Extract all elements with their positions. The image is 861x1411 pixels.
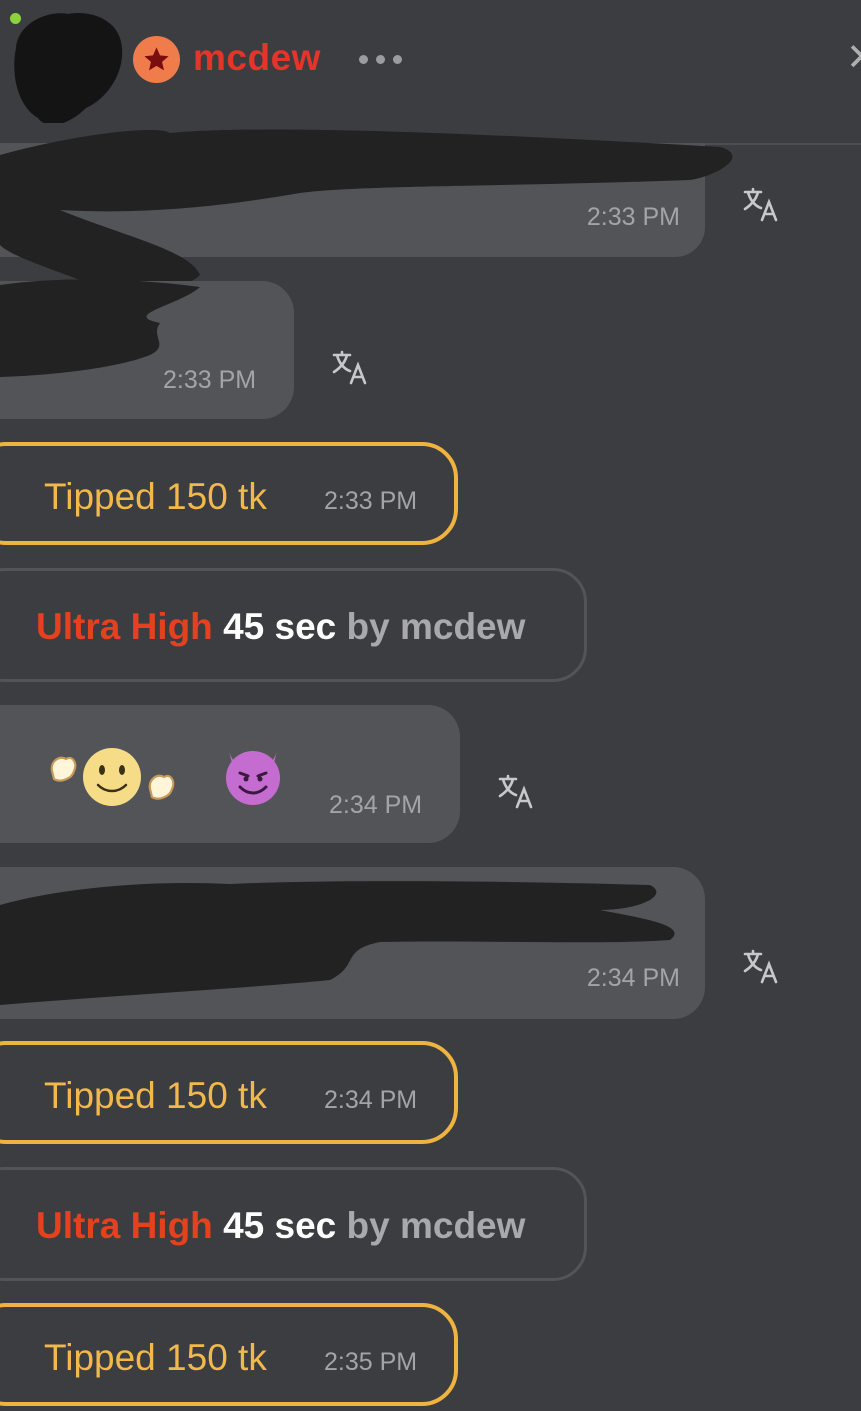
tip-message: Tipped 150 tk 2:33 PM (0, 442, 458, 545)
message-time: 2:34 PM (324, 1086, 418, 1114)
message-time: 2:34 PM (329, 791, 423, 819)
vibration-duration: 45 sec (223, 606, 337, 647)
control-message: Ultra High 45 sec by mcdew (0, 568, 587, 682)
vibration-level: Ultra High (36, 606, 213, 647)
message-bubble: 2:34 PM (0, 705, 460, 843)
vibration-level: Ultra High (36, 1205, 213, 1246)
tip-message: Tipped 150 tk 2:35 PM (0, 1303, 458, 1406)
close-button[interactable]: ✕ (846, 38, 861, 78)
tip-message: Tipped 150 tk 2:34 PM (0, 1041, 458, 1144)
star-icon (144, 47, 169, 71)
redaction-mark (0, 279, 200, 377)
redaction-mark (0, 129, 733, 289)
translate-icon[interactable] (742, 186, 782, 226)
hands-emoji (50, 748, 175, 806)
online-status-dot (10, 13, 21, 24)
translate-icon[interactable] (742, 948, 782, 988)
avatar[interactable] (8, 8, 123, 123)
tip-label: Tipped 150 tk (44, 1337, 267, 1378)
vibration-duration: 45 sec (223, 1205, 337, 1246)
translate-icon[interactable] (497, 773, 537, 813)
vibration-sender: by mcdew (346, 606, 526, 647)
translate-icon[interactable] (331, 349, 371, 389)
rank-badge (133, 36, 180, 83)
devil-emoji (226, 747, 280, 805)
control-message: Ultra High 45 sec by mcdew (0, 1167, 587, 1281)
tip-label: Tipped 150 tk (44, 1075, 267, 1116)
more-horizontal-icon (359, 55, 368, 64)
chat-header: mcdew ✕ (0, 0, 861, 145)
redaction-mark (0, 881, 675, 1005)
tip-label: Tipped 150 tk (44, 476, 267, 517)
message-time: 2:33 PM (324, 487, 418, 515)
more-options-button[interactable] (354, 46, 406, 72)
username[interactable]: mcdew (193, 37, 321, 79)
message-time: 2:35 PM (324, 1348, 418, 1376)
close-icon: ✕ (846, 38, 861, 78)
vibration-sender: by mcdew (346, 1205, 526, 1246)
